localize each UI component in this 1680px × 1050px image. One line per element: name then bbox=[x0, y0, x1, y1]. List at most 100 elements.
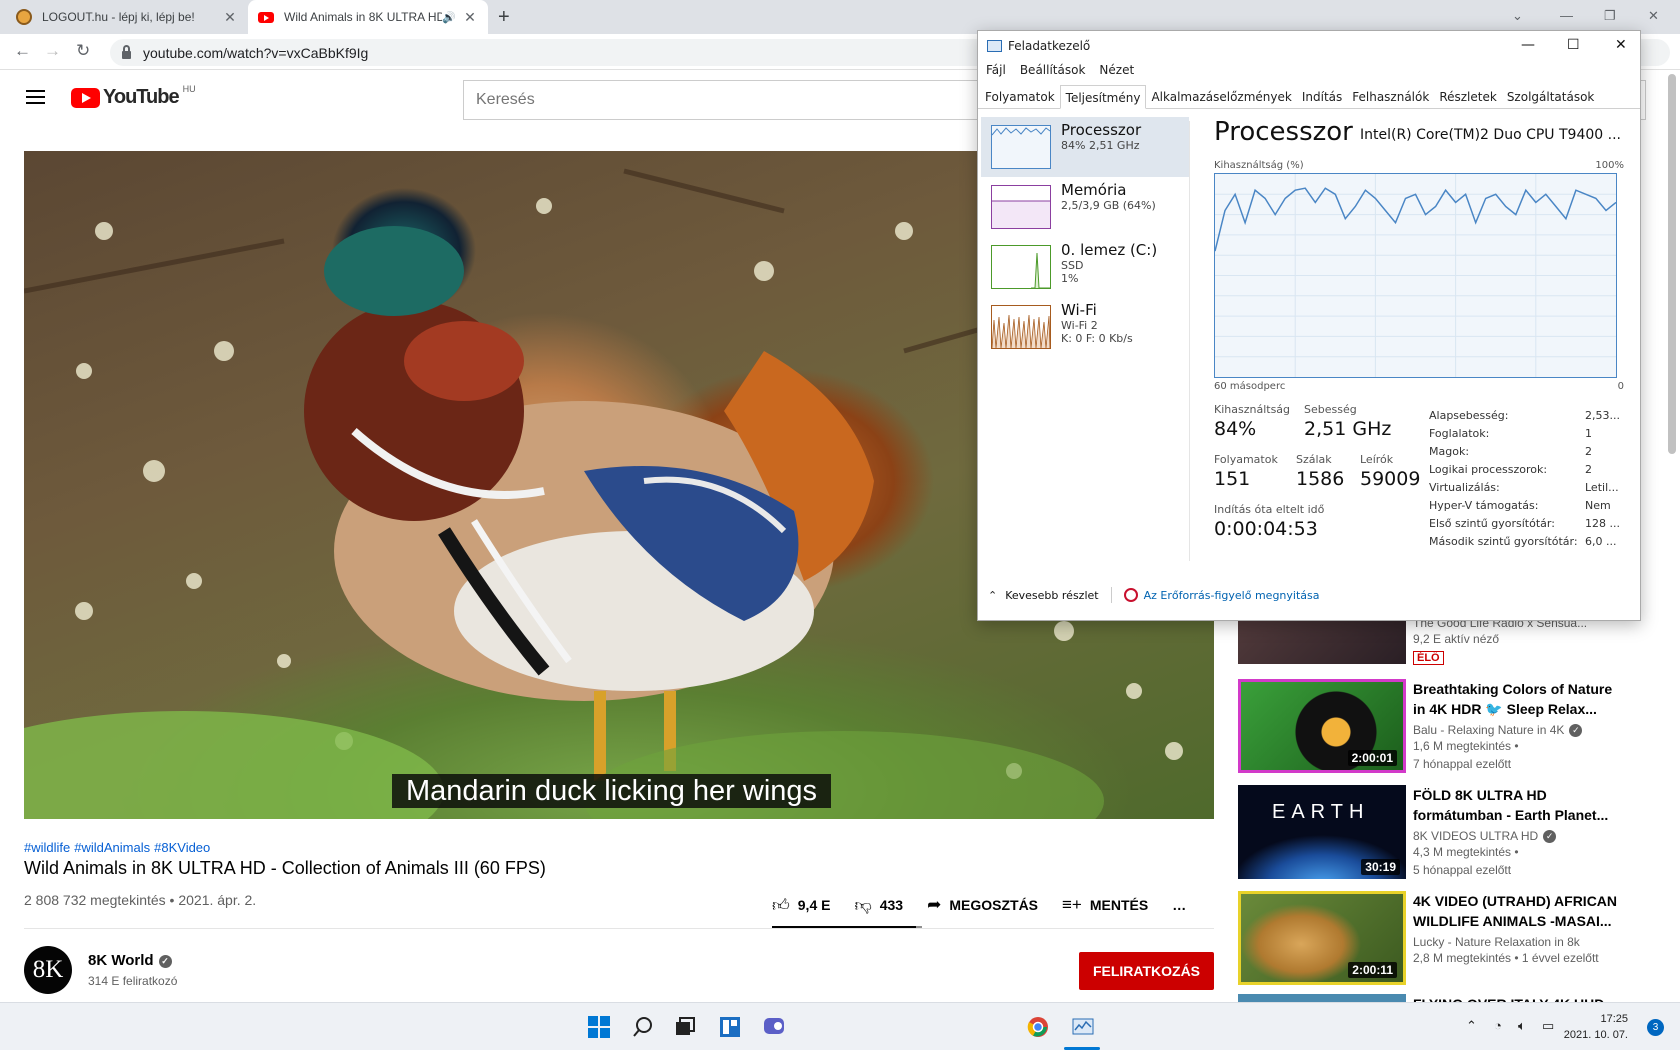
menu-view[interactable]: Nézet bbox=[1099, 63, 1134, 77]
forward-arrow-icon[interactable]: → bbox=[44, 41, 61, 61]
menu-file[interactable]: Fájl bbox=[986, 63, 1006, 77]
start-icon[interactable] bbox=[587, 1015, 611, 1039]
more-icon: … bbox=[1172, 897, 1187, 913]
recommendation-thumbnail[interactable]: 2:00:11 bbox=[1238, 891, 1406, 985]
recommendation-title: FÖLD 8K ULTRA HD formátumban - Earth Pla… bbox=[1413, 787, 1609, 823]
like-count: 9,4 E bbox=[797, 897, 831, 913]
thumbs-down-icon: 👎︎ bbox=[854, 895, 872, 915]
search-icon[interactable] bbox=[631, 1015, 655, 1039]
property-row: Magok: 2 bbox=[1429, 445, 1592, 458]
close-tab-icon[interactable]: ✕ bbox=[462, 9, 478, 26]
thumbs-up-icon: 👍︎ bbox=[772, 895, 790, 915]
menu-settings[interactable]: Beállítások bbox=[1020, 63, 1086, 77]
minimize-icon[interactable]: — bbox=[1521, 37, 1535, 53]
youtube-logo[interactable]: YouTube HU bbox=[71, 84, 196, 109]
recommendation-thumbnail[interactable]: EARTH 30:19 bbox=[1238, 785, 1406, 879]
recommendation-item[interactable]: EARTH 30:19 FÖLD 8K ULTRA HD formátumban… bbox=[1238, 785, 1628, 879]
recommendation-title: 4K VIDEO (UTRAHD) AFRICAN WILDLIFE ANIMA… bbox=[1413, 893, 1618, 929]
resource-wifi[interactable]: Wi-Fi Wi-Fi 2 K: 0 F: 0 Kb/s bbox=[981, 297, 1189, 357]
fewer-details-button[interactable]: Kevesebb részlet bbox=[1005, 589, 1098, 602]
recommendation-item[interactable]: FLYING OVER ITALY 4K UHD bbox=[1238, 994, 1628, 1002]
tab-search-icon[interactable]: ⌄ bbox=[1512, 8, 1523, 24]
task-manager-icon[interactable] bbox=[1071, 1015, 1095, 1039]
windows-taskbar: ⌃ ◔ 🔈︎ ▭ 17:25 2021. 10. 07. 3 bbox=[0, 1002, 1680, 1050]
chrome-icon[interactable] bbox=[1026, 1015, 1050, 1039]
logo-word: YouTube bbox=[103, 86, 180, 108]
property-row: Foglalatok: 1 bbox=[1429, 427, 1592, 440]
channel-avatar[interactable]: 8K bbox=[24, 946, 72, 994]
stat-processes: Folyamatok 151 bbox=[1214, 453, 1278, 490]
tab-startup[interactable]: Indítás bbox=[1297, 85, 1347, 109]
channel-name: 8K World bbox=[88, 952, 154, 969]
more-actions-button[interactable]: … bbox=[1172, 897, 1186, 913]
footer-divider bbox=[1110, 587, 1112, 603]
open-resource-monitor-link[interactable]: Az Erőforrás-figyelő megnyitása bbox=[1144, 589, 1320, 602]
speaker-icon[interactable]: 🔊 bbox=[442, 11, 456, 24]
recommendation-thumbnail[interactable]: 2:00:01 bbox=[1238, 679, 1406, 773]
recommendation-thumbnail[interactable] bbox=[1238, 994, 1406, 1002]
resource-monitor-icon bbox=[1123, 588, 1138, 602]
new-tab-button[interactable]: + bbox=[498, 6, 510, 29]
tab-youtube[interactable]: Wild Animals in 8K ULTRA HD 🔊 ✕ bbox=[248, 0, 488, 34]
hashtag-link[interactable]: #8KVideo bbox=[154, 840, 210, 855]
menu-icon[interactable] bbox=[26, 90, 45, 104]
resource-cpu[interactable]: Processzor 84% 2,51 GHz bbox=[981, 117, 1189, 177]
recommendation-item[interactable]: 2:00:11 4K VIDEO (UTRAHD) AFRICAN WILDLI… bbox=[1238, 891, 1628, 985]
page-scrollbar[interactable] bbox=[1668, 74, 1676, 454]
tab-logout[interactable]: LOGOUT.hu - lépj ki, lépj be! ✕ bbox=[6, 0, 248, 34]
verified-check-icon: ✓ bbox=[158, 954, 172, 968]
close-tab-icon[interactable]: ✕ bbox=[222, 9, 238, 26]
task-view-icon[interactable] bbox=[673, 1015, 697, 1039]
tab-bar: Folyamatok Teljesítmény Alkalmazáselőzmé… bbox=[978, 85, 1640, 109]
pane-heading: Processzor bbox=[1214, 117, 1353, 147]
hashtag-link[interactable]: #wildlife bbox=[24, 840, 70, 855]
video-subtitle: Mandarin duck licking her wings bbox=[392, 774, 832, 808]
back-arrow-icon[interactable]: ← bbox=[14, 41, 31, 61]
hashtag-link[interactable]: #wildAnimals bbox=[74, 840, 150, 855]
chat-icon[interactable] bbox=[762, 1015, 786, 1039]
maximize-icon[interactable]: ☐ bbox=[1567, 37, 1580, 53]
recommendation-item[interactable]: 2:00:01 Breathtaking Colors of Nature in… bbox=[1238, 679, 1628, 773]
task-manager-titlebar[interactable]: Feladatkezelő bbox=[978, 31, 1640, 61]
chevron-up-icon[interactable]: ⌃ bbox=[988, 589, 997, 602]
video-meta: 2 808 732 megtekintés • 2021. ápr. 2. bbox=[24, 892, 257, 908]
channel-name-row[interactable]: 8K World ✓ bbox=[88, 952, 172, 969]
disk-mini-graph bbox=[991, 245, 1051, 289]
save-button[interactable]: ≡+ MENTÉS bbox=[1062, 895, 1148, 915]
resource-disk[interactable]: 0. lemez (C:) SSD 1% bbox=[981, 237, 1189, 297]
close-icon[interactable]: ✕ bbox=[1615, 37, 1627, 53]
property-row: Alapsebesség: 2,53... bbox=[1429, 409, 1620, 422]
tab-details[interactable]: Részletek bbox=[1434, 85, 1502, 109]
tab-users[interactable]: Felhasználók bbox=[1347, 85, 1434, 109]
recommendation-title: FLYING OVER ITALY 4K UHD bbox=[1413, 994, 1628, 1002]
resource-detail: 1% bbox=[1061, 272, 1079, 285]
cpu-model: Intel(R) Core(TM)2 Duo CPU T9400 ... bbox=[1360, 127, 1621, 143]
graph-max: 100% bbox=[1595, 160, 1624, 171]
chevron-up-icon[interactable]: ⌃ bbox=[1466, 1018, 1477, 1034]
close-window-icon[interactable]: ✕ bbox=[1648, 8, 1659, 24]
minimize-icon[interactable]: — bbox=[1560, 8, 1573, 23]
graph-min: 0 bbox=[1617, 381, 1624, 392]
lock-icon bbox=[122, 44, 131, 59]
reload-icon[interactable]: ↻ bbox=[76, 41, 90, 61]
wifi-icon[interactable]: ◔ bbox=[1494, 1018, 1502, 1033]
notification-badge[interactable]: 3 bbox=[1647, 1019, 1664, 1036]
dislike-button[interactable]: 👎︎ 433 bbox=[854, 895, 903, 916]
share-button[interactable]: ➦ MEGOSZTÁS bbox=[927, 895, 1038, 915]
resource-detail: K: 0 F: 0 Kb/s bbox=[1061, 332, 1133, 345]
restore-icon[interactable]: ❐ bbox=[1604, 8, 1616, 24]
battery-icon[interactable]: ▭ bbox=[1542, 1018, 1554, 1034]
like-button[interactable]: 👍︎ 9,4 E bbox=[772, 895, 830, 916]
subscribe-button[interactable]: FELIRATKOZÁS bbox=[1079, 952, 1214, 990]
tab-performance[interactable]: Teljesítmény bbox=[1059, 85, 1147, 109]
stat-speed: Sebesség 2,51 GHz bbox=[1304, 403, 1392, 440]
resource-detail: 2,5/3,9 GB (64%) bbox=[1061, 199, 1156, 212]
resource-memory[interactable]: Memória 2,5/3,9 GB (64%) bbox=[981, 177, 1189, 237]
divider bbox=[24, 928, 1214, 929]
tab-services[interactable]: Szolgáltatások bbox=[1502, 85, 1600, 109]
tab-app-history[interactable]: Alkalmazáselőzmények bbox=[1146, 85, 1296, 109]
clock[interactable]: 17:25 2021. 10. 07. bbox=[1564, 1011, 1628, 1043]
widgets-icon[interactable] bbox=[718, 1015, 742, 1039]
volume-icon[interactable]: 🔈︎ bbox=[1518, 1018, 1526, 1034]
tab-processes[interactable]: Folyamatok bbox=[980, 85, 1060, 109]
